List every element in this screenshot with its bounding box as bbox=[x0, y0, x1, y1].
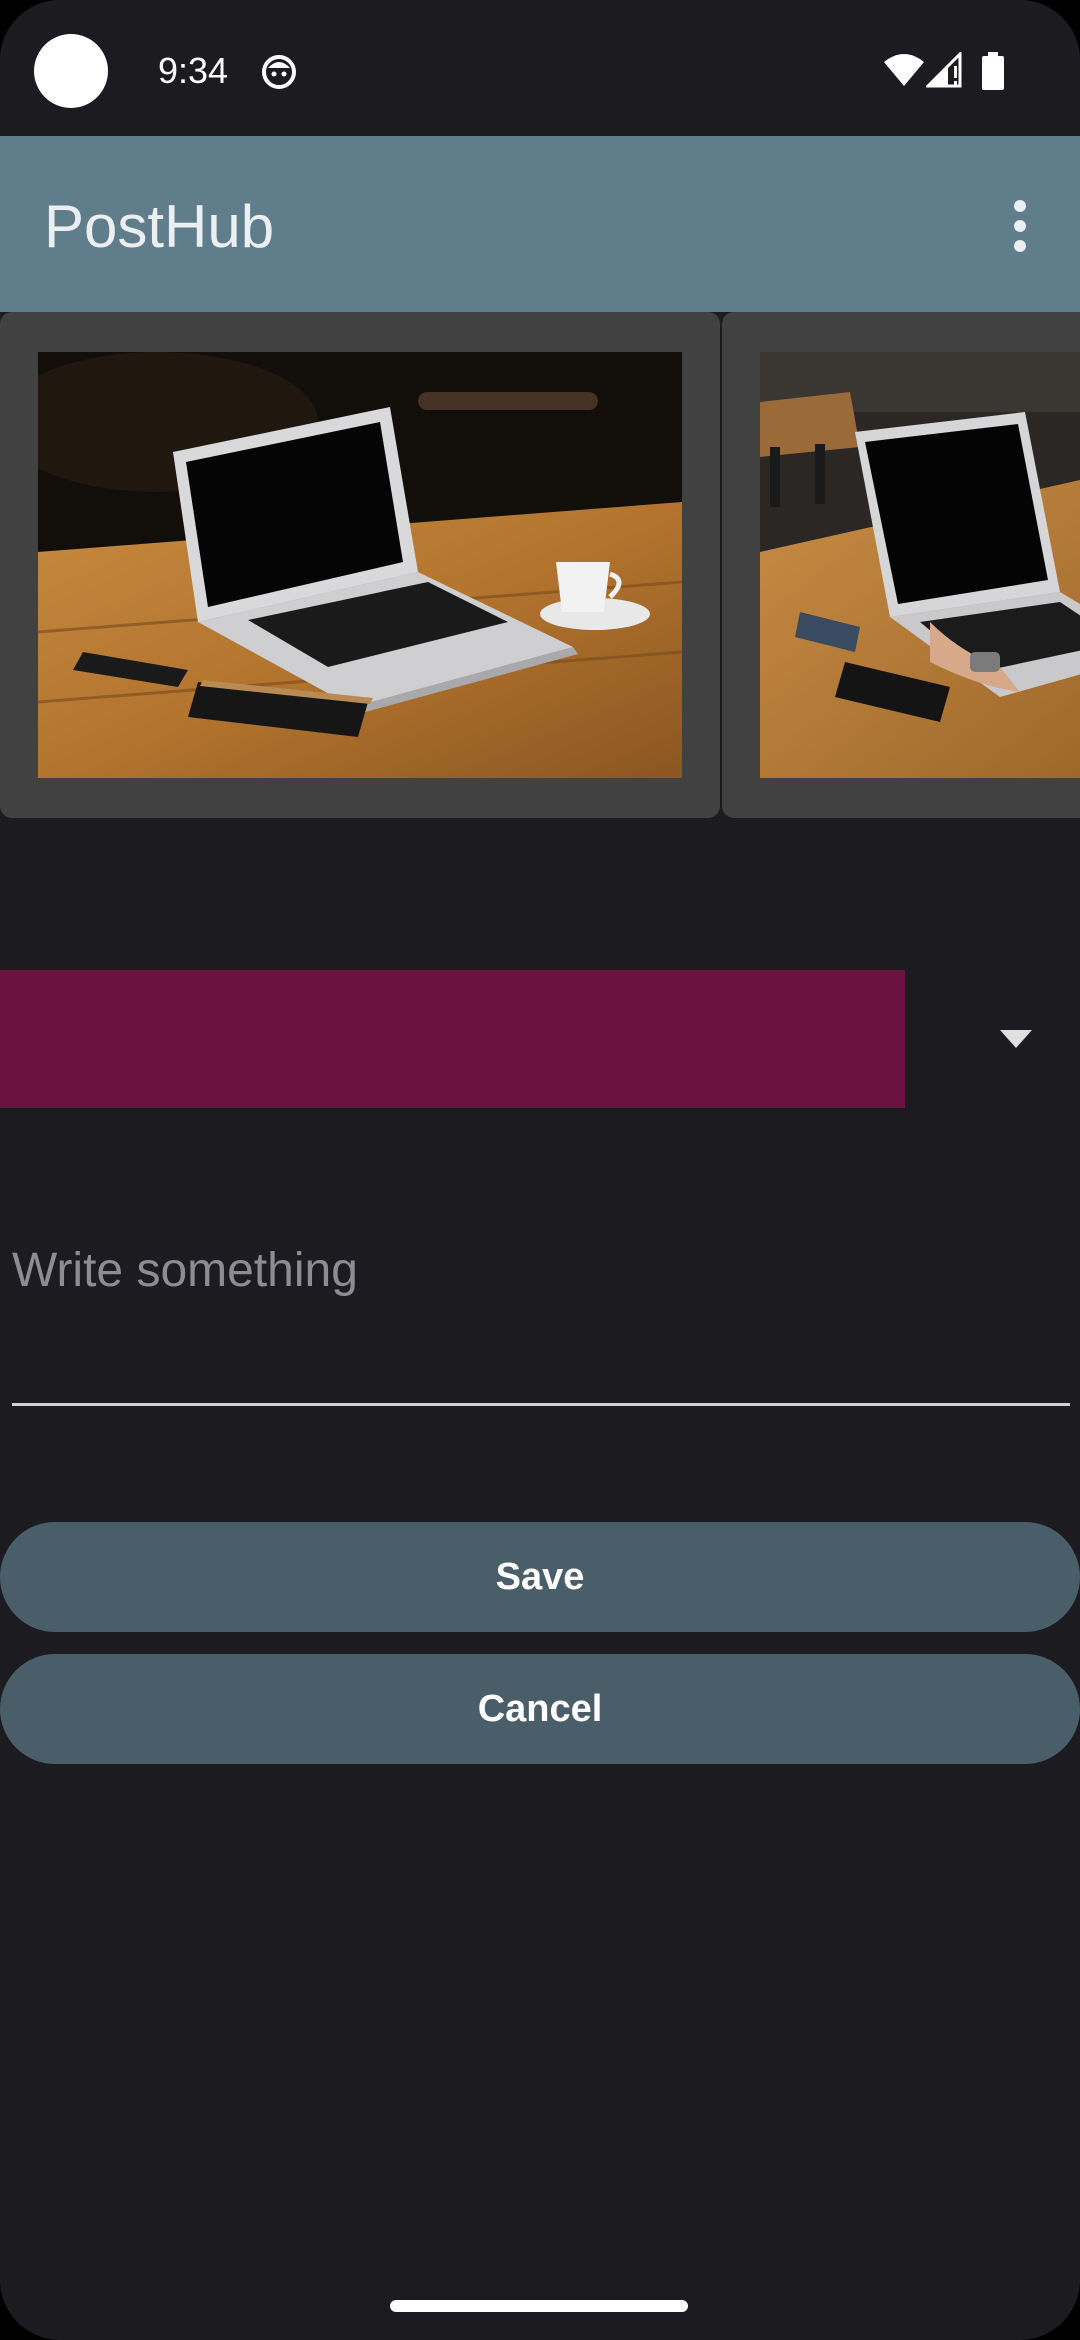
spinner-field[interactable] bbox=[0, 970, 905, 1108]
person-typing-on-laptop-photo bbox=[760, 352, 1080, 778]
dropdown-arrow-icon[interactable] bbox=[1000, 1030, 1032, 1048]
gesture-navigation-bar[interactable] bbox=[390, 2300, 688, 2312]
app-screen: 9:34 PostHub Write something Save Cancel bbox=[0, 0, 1080, 2340]
app-bar: PostHub bbox=[0, 136, 1080, 312]
camera-cutout bbox=[34, 34, 108, 108]
status-time: 9:34 bbox=[158, 50, 229, 91]
status-bar: 9:34 bbox=[0, 0, 1080, 136]
battery-icon bbox=[982, 52, 1004, 90]
app-title: PostHub bbox=[44, 193, 275, 260]
photo-card[interactable] bbox=[722, 312, 1080, 818]
app-notification-icon bbox=[262, 55, 296, 89]
cell-signal-icon bbox=[926, 52, 962, 88]
more-vert-icon[interactable] bbox=[1000, 196, 1040, 256]
photo-card[interactable] bbox=[0, 312, 720, 818]
cancel-button[interactable]: Cancel bbox=[0, 1654, 1080, 1764]
laptop-on-wooden-table-photo bbox=[38, 352, 682, 778]
photo-carousel[interactable] bbox=[0, 312, 1080, 818]
post-text-input[interactable] bbox=[12, 1240, 1070, 1300]
wifi-icon bbox=[884, 54, 924, 86]
input-underline bbox=[12, 1403, 1070, 1406]
save-button[interactable]: Save bbox=[0, 1522, 1080, 1632]
category-spinner[interactable] bbox=[0, 970, 1080, 1108]
